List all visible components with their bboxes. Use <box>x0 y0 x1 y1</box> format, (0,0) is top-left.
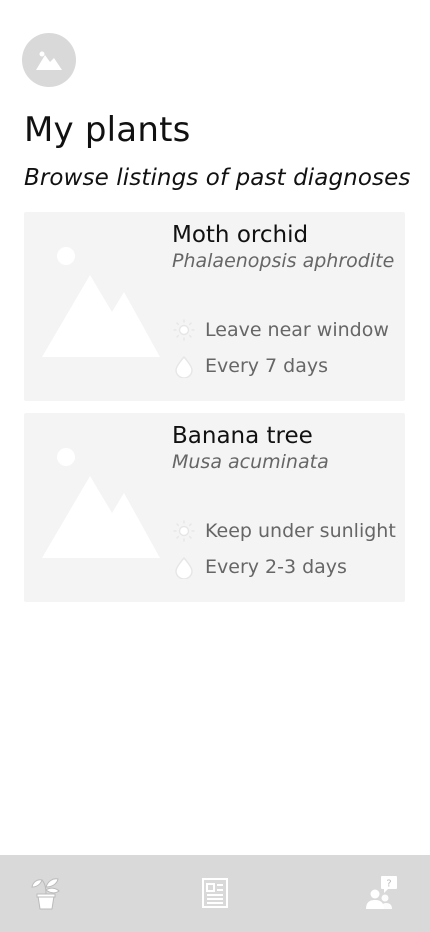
profile-avatar[interactable] <box>22 33 76 87</box>
svg-text:?: ? <box>386 879 391 890</box>
watering-schedule: Every 7 days <box>172 354 328 378</box>
newspaper-icon <box>202 878 228 908</box>
sun-icon <box>172 519 196 543</box>
light-text: Keep under sunlight <box>205 520 396 542</box>
water-text: Every 2-3 days <box>205 556 347 578</box>
plant-image-placeholder <box>42 247 160 357</box>
nav-articles[interactable] <box>195 873 235 913</box>
plant-common-name: Moth orchid <box>172 222 309 248</box>
image-placeholder-icon <box>36 51 62 70</box>
nav-my-plants[interactable] <box>26 873 66 913</box>
water-text: Every 7 days <box>205 355 329 377</box>
plant-scientific-name: Phalaenopsis aphrodite <box>172 250 395 272</box>
water-drop-icon <box>172 555 196 579</box>
water-drop-icon <box>172 354 196 378</box>
bottom-navigation: ? <box>0 855 430 932</box>
page-title: My plants <box>24 110 191 150</box>
plant-card-banana-tree[interactable]: Banana tree Musa acuminata Keep under su… <box>24 413 405 602</box>
light-requirement: Keep under sunlight <box>172 519 396 543</box>
potted-plant-icon <box>31 878 60 910</box>
light-requirement: Leave near window <box>172 318 389 342</box>
ask-expert-icon: ? <box>366 876 397 909</box>
sun-icon <box>172 318 196 342</box>
watering-schedule: Every 2-3 days <box>172 555 347 579</box>
nav-ask-expert[interactable]: ? <box>360 873 400 913</box>
plant-card-moth-orchid[interactable]: Moth orchid Phalaenopsis aphrodite Leave… <box>24 212 405 401</box>
plant-scientific-name: Musa acuminata <box>172 451 329 473</box>
plant-common-name: Banana tree <box>172 423 313 449</box>
light-text: Leave near window <box>205 319 389 341</box>
page-subtitle: Browse listings of past diagnoses <box>24 165 411 191</box>
plant-image-placeholder <box>42 448 160 558</box>
